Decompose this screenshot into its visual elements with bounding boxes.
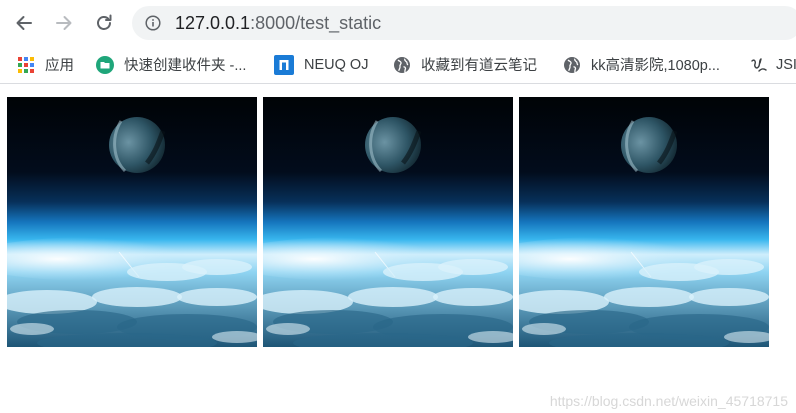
forward-arrow-icon [56, 16, 72, 30]
neuq-logo-icon [274, 54, 294, 75]
folder-app-icon [96, 55, 114, 74]
apps-grid-icon [18, 56, 34, 73]
page-content: https://blog.csdn.net/weixin_45718715 [0, 85, 796, 413]
bookmark-youdao-note[interactable]: 收藏到有道云笔记 [393, 46, 537, 83]
forward-button[interactable] [50, 9, 78, 37]
bookmark-jsi[interactable]: JSI [750, 46, 796, 83]
reload-icon [97, 14, 112, 30]
bookmark-label: 快速创建收件夹 -... [124, 58, 247, 74]
space-image-2 [263, 97, 513, 347]
reload-button[interactable] [90, 9, 118, 37]
bookmark-neuq-oj[interactable]: NEUQ OJ [274, 46, 368, 83]
bookmark-label: 应用 [45, 58, 74, 74]
bookmark-label: NEUQ OJ [304, 56, 369, 73]
bookmarks-bar: 应用 快速创建收件夹 -... NEUQ OJ 收藏到有道云笔记 kk高清影院,… [0, 46, 796, 84]
url-text[interactable]: 127.0.0.1:8000/test_static [175, 12, 381, 34]
bookmark-apps[interactable]: 应用 [17, 46, 74, 83]
bookmark-label: 收藏到有道云笔记 [421, 58, 537, 74]
globe-icon [564, 56, 580, 73]
back-button[interactable] [10, 9, 38, 37]
csdn-watermark: https://blog.csdn.net/weixin_45718715 [549, 393, 788, 409]
bookmark-quick-folder[interactable]: 快速创建收件夹 -... [96, 46, 246, 83]
url-host: 127.0.0.1 [175, 13, 251, 33]
address-bar[interactable]: 127.0.0.1:8000/test_static [132, 6, 796, 40]
space-image-1 [7, 97, 257, 347]
url-path: :8000/test_static [250, 13, 382, 33]
back-arrow-icon [16, 16, 32, 30]
site-info-icon[interactable] [145, 15, 161, 31]
bookmark-kk-cinema[interactable]: kk高清影院,1080p... [563, 46, 720, 83]
space-image-3 [519, 97, 769, 347]
browser-toolbar: 127.0.0.1:8000/test_static [0, 0, 796, 46]
bookmark-label: kk高清影院,1080p... [591, 58, 720, 74]
globe-icon [394, 56, 410, 73]
bookmark-label: JSI [776, 56, 796, 73]
bookmark-glyph-icon [751, 57, 767, 72]
